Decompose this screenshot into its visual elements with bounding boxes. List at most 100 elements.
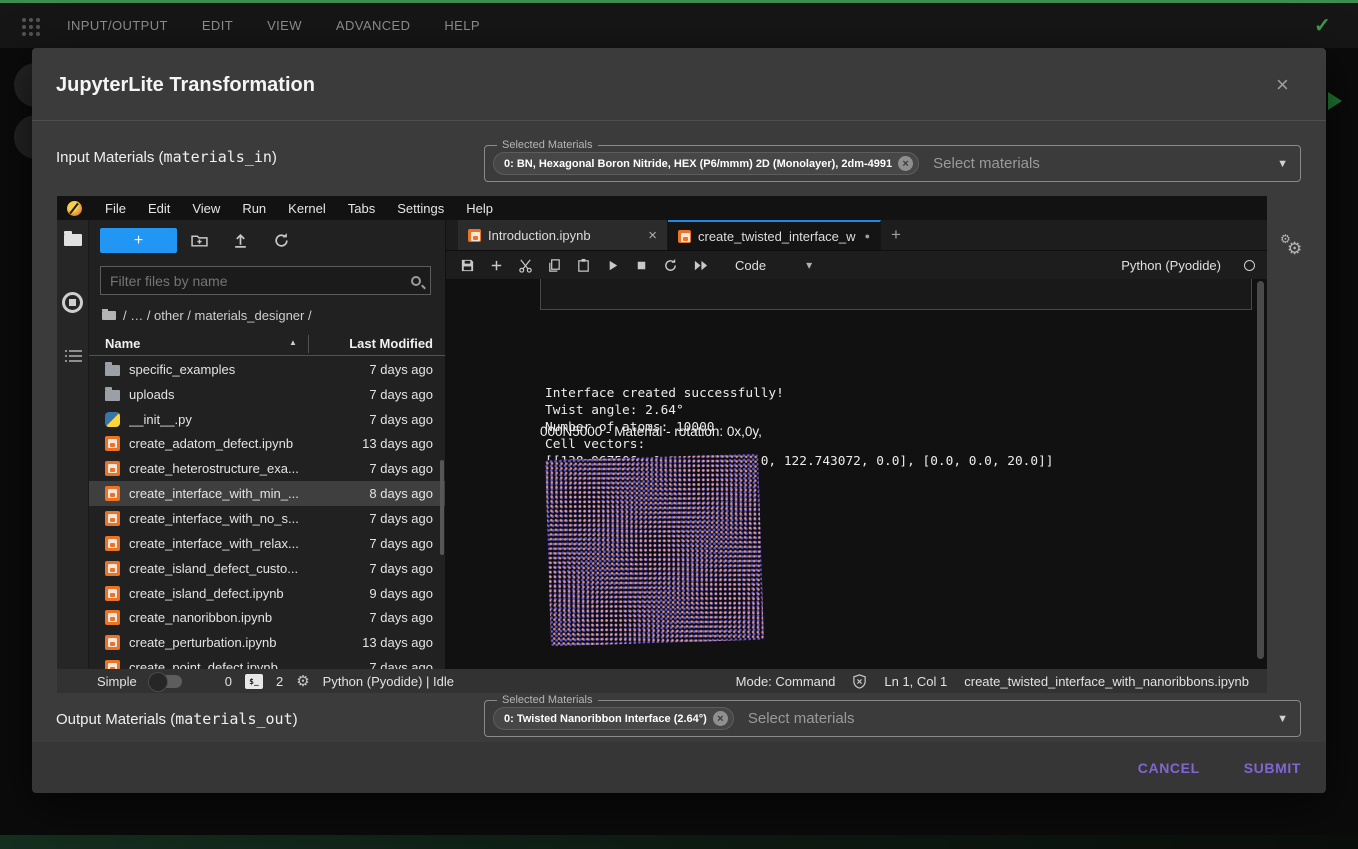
notebook-scrollbar[interactable] — [1257, 281, 1264, 659]
save-icon[interactable] — [460, 258, 475, 273]
kernel-count[interactable]: 2 — [276, 674, 283, 689]
file-name: create_interface_with_relax... — [129, 536, 299, 551]
tab-introduction[interactable]: Introduction.ipynb × — [458, 220, 668, 250]
jupyterlite-window: FileEditViewRunKernelTabsSettingsHelp + — [57, 196, 1267, 693]
apps-grid-icon[interactable] — [22, 18, 42, 38]
file-row[interactable]: create_heterostructure_exa... 7 days ago — [89, 456, 445, 481]
app-menu-item[interactable]: VIEW — [267, 18, 302, 33]
chevron-down-icon[interactable]: ▾ — [806, 258, 812, 272]
run-icon[interactable] — [605, 258, 620, 273]
chip-delete-icon[interactable]: × — [713, 711, 728, 726]
kernel-status-text[interactable]: Python (Pyodide) | Idle — [323, 674, 454, 689]
dropdown-arrow-icon[interactable]: ▼ — [1277, 713, 1288, 725]
jupyter-menu-item[interactable]: Tabs — [337, 201, 386, 216]
upload-icon[interactable] — [232, 232, 249, 249]
running-kernels-icon[interactable] — [62, 292, 83, 313]
output-materials-select[interactable]: Selected Materials 0: Twisted Nanoribbon… — [484, 700, 1301, 737]
app-menu-item[interactable]: ADVANCED — [336, 18, 410, 33]
app-menu-item[interactable]: EDIT — [202, 18, 233, 33]
breadcrumb-path[interactable]: / … / other / materials_designer / — [123, 308, 312, 323]
folder-icon[interactable] — [102, 311, 116, 320]
jupyter-menu-item[interactable]: Kernel — [277, 201, 337, 216]
command-mode-label[interactable]: Mode: Command — [736, 674, 836, 689]
restart-kernel-icon[interactable] — [663, 258, 678, 273]
file-row[interactable]: create_interface_with_min_... 8 days ago — [89, 481, 445, 506]
notebook-icon — [468, 229, 481, 242]
input-materials-select[interactable]: Selected Materials 0: BN, Hexagonal Boro… — [484, 145, 1301, 182]
filter-files-input[interactable] — [110, 273, 411, 289]
new-tab-button[interactable]: + — [881, 220, 911, 250]
code-cell[interactable]: visualize_materials(interface, repetitio… — [540, 279, 1252, 310]
table-of-contents-icon[interactable] — [65, 350, 82, 364]
file-row[interactable]: __init__.py 7 days ago — [89, 407, 445, 432]
notebook-content[interactable]: visualize_materials(interface, repetitio… — [446, 279, 1267, 669]
file-name: create_island_defect.ipynb — [129, 586, 284, 601]
notebook-toolbar: Code ▾ Python (Pyodide) — [446, 251, 1267, 279]
app-menu-item[interactable]: INPUT/OUTPUT — [67, 18, 168, 33]
sort-ascending-icon[interactable]: ▲ — [289, 338, 297, 347]
cell-type-select[interactable]: Code — [735, 258, 766, 273]
settings-gears-icon[interactable]: ⚙ ⚙ — [1280, 234, 1310, 264]
refresh-icon[interactable] — [273, 232, 290, 249]
file-row[interactable]: create_perturbation.ipynb 13 days ago — [89, 630, 445, 655]
jupyter-menu-item[interactable]: View — [181, 201, 231, 216]
new-folder-icon[interactable] — [191, 232, 208, 249]
file-type-icon — [105, 610, 120, 625]
simple-mode-toggle[interactable] — [150, 675, 182, 688]
jupyter-menu-item[interactable]: Settings — [386, 201, 455, 216]
kernel-status-icon[interactable] — [1244, 260, 1255, 271]
column-name[interactable]: Name — [105, 336, 140, 351]
app-menu: INPUT/OUTPUT EDIT VIEW ADVANCED HELP — [0, 18, 480, 33]
file-type-icon — [105, 511, 120, 526]
file-browser-icon[interactable] — [64, 234, 82, 246]
file-row[interactable]: create_point_defect.ipynb 7 days ago — [89, 655, 445, 669]
file-list-scrollbar[interactable] — [440, 460, 444, 555]
app-menu-item[interactable]: HELP — [444, 18, 480, 33]
file-row[interactable]: create_interface_with_relax... 7 days ag… — [89, 531, 445, 556]
paste-icon[interactable] — [576, 258, 591, 273]
unsaved-dot-icon[interactable]: ● — [865, 231, 870, 241]
file-type-icon — [105, 536, 120, 551]
file-row[interactable]: create_nanoribbon.ipynb 7 days ago — [89, 605, 445, 630]
add-cell-icon[interactable] — [489, 258, 504, 273]
dropdown-arrow-icon[interactable]: ▼ — [1277, 158, 1288, 170]
submit-button[interactable]: SUBMIT — [1244, 760, 1301, 776]
terminal-icon[interactable]: $_ — [245, 674, 263, 689]
cursor-position[interactable]: Ln 1, Col 1 — [884, 674, 947, 689]
jupyter-menu-item[interactable]: File — [94, 201, 137, 216]
material-structure-visualization[interactable] — [545, 454, 764, 647]
column-last-modified[interactable]: Last Modified — [349, 336, 433, 351]
close-icon[interactable]: × — [1276, 72, 1289, 98]
file-row[interactable]: create_interface_with_no_s... 7 days ago — [89, 506, 445, 531]
kernel-name[interactable]: Python (Pyodide) — [1121, 258, 1221, 273]
file-name: create_interface_with_min_... — [129, 486, 299, 501]
tab-close-icon[interactable]: × — [648, 227, 657, 244]
file-row[interactable]: specific_examples 7 days ago — [89, 357, 445, 382]
cut-icon[interactable] — [518, 258, 533, 273]
run-all-icon[interactable] — [692, 258, 709, 273]
notebook-icon — [678, 230, 691, 243]
material-chip[interactable]: 0: BN, Hexagonal Boron Nitride, HEX (P6/… — [493, 152, 919, 175]
material-chip[interactable]: 0: Twisted Nanoribbon Interface (2.64°) … — [493, 707, 734, 730]
file-row[interactable]: create_island_defect_custo... 7 days ago — [89, 556, 445, 581]
kernel-sessions-icon[interactable]: ⚙ — [296, 674, 309, 689]
chip-delete-icon[interactable]: × — [898, 156, 913, 171]
trust-shield-icon[interactable] — [852, 674, 867, 689]
play-arrow-icon[interactable] — [1328, 92, 1342, 110]
file-row[interactable]: uploads 7 days ago — [89, 382, 445, 407]
file-row[interactable]: create_adatom_defect.ipynb 13 days ago — [89, 432, 445, 457]
jupyter-menu-item[interactable]: Edit — [137, 201, 181, 216]
jupyterlite-logo — [67, 201, 82, 216]
terminal-count[interactable]: 0 — [225, 674, 232, 689]
check-icon[interactable]: ✓ — [1314, 13, 1331, 38]
file-modified: 7 days ago — [369, 536, 433, 551]
tab-create-twisted-interface[interactable]: create_twisted_interface_w ● — [668, 220, 881, 250]
file-modified: 7 days ago — [369, 610, 433, 625]
jupyter-menu-item[interactable]: Help — [455, 201, 504, 216]
file-row[interactable]: create_island_defect.ipynb 9 days ago — [89, 581, 445, 606]
cancel-button[interactable]: CANCEL — [1138, 760, 1200, 776]
jupyter-menu-item[interactable]: Run — [231, 201, 277, 216]
stop-icon[interactable] — [634, 258, 649, 273]
copy-icon[interactable] — [547, 258, 562, 273]
new-launcher-button[interactable]: + — [100, 228, 177, 253]
